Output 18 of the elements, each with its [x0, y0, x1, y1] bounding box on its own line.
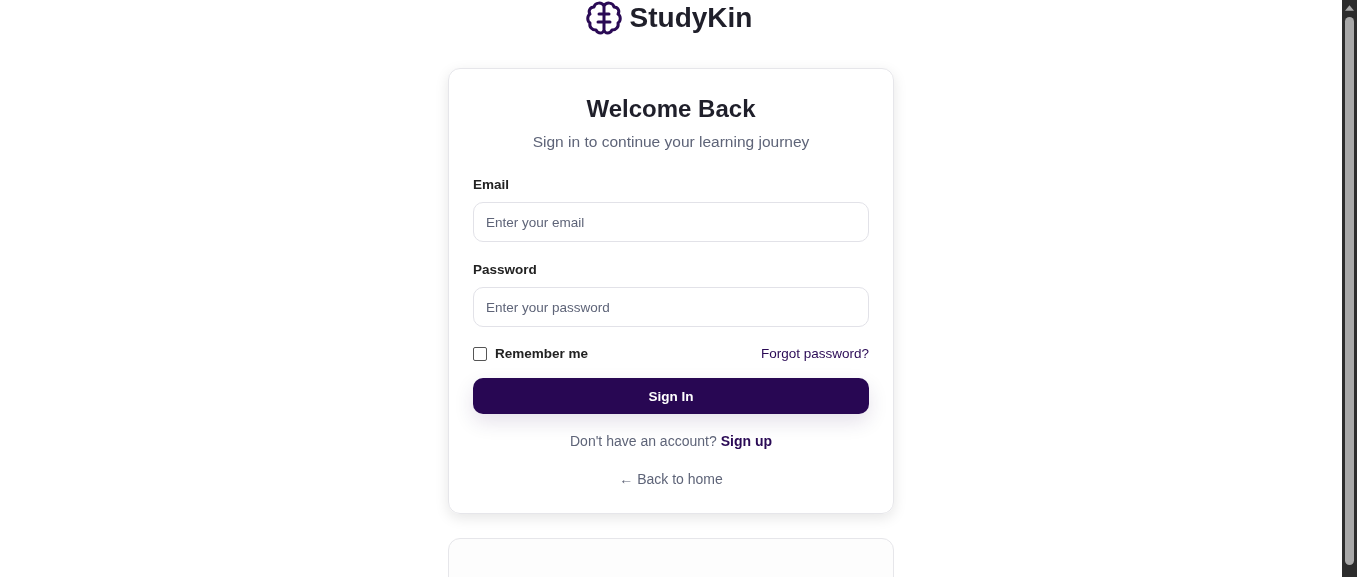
forgot-password-link[interactable]: Forgot password?	[760, 346, 869, 361]
scrollbar[interactable]	[1342, 0, 1357, 577]
card-subtitle: Sign in to continue your learning journey	[531, 133, 811, 151]
sign-in-button[interactable]: Sign In	[473, 378, 869, 414]
sign-up-link[interactable]: Sign up	[720, 433, 772, 449]
back-home-link[interactable]: ← Back to home	[619, 471, 723, 487]
checkbox-label: Remember me	[495, 346, 589, 361]
scrollbar-thumb[interactable]	[1345, 17, 1354, 565]
brain-icon	[585, 0, 622, 36]
field-label: Password	[473, 262, 538, 277]
card-title: Welcome Back	[585, 95, 757, 123]
field-label: Email	[473, 177, 511, 192]
input-field[interactable]: Enter your email	[473, 202, 869, 242]
remember-checkbox[interactable]	[473, 346, 487, 361]
input-field[interactable]: Enter your password	[473, 287, 869, 327]
brand-name: StudyKin	[629, 2, 753, 34]
scroll-up-icon[interactable]	[1345, 5, 1354, 11]
signup-prompt: Don't have an account?	[570, 433, 717, 449]
